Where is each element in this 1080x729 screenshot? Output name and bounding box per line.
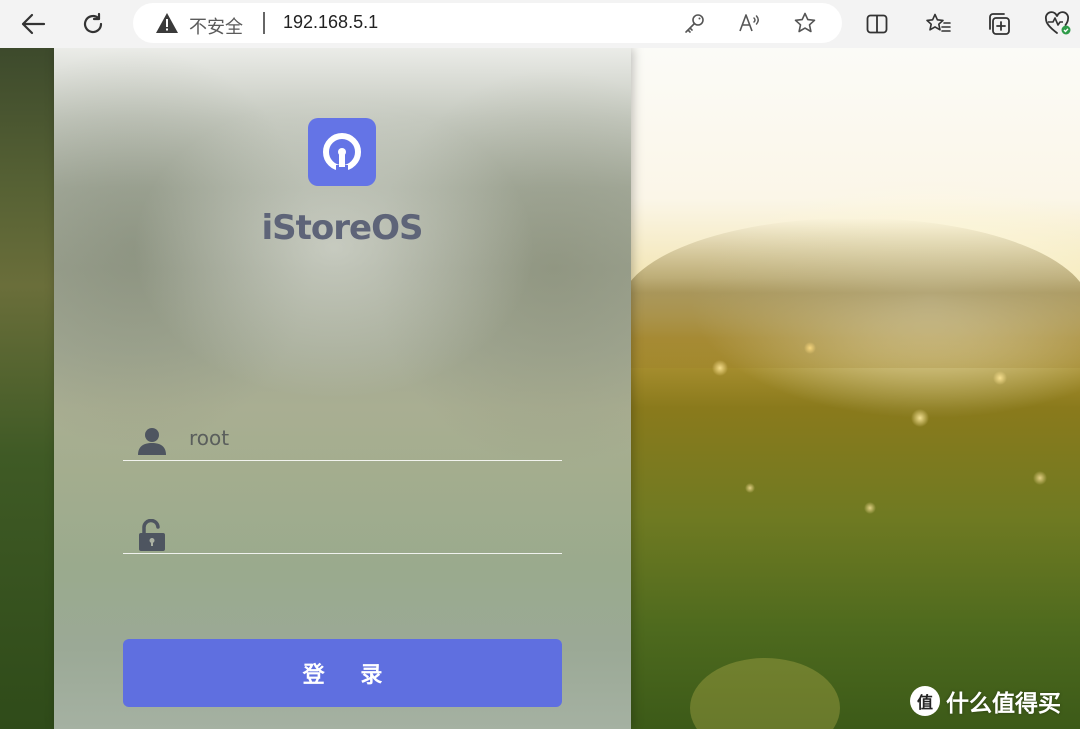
split-screen-icon[interactable] <box>857 4 897 44</box>
warning-triangle-icon[interactable] <box>155 12 179 38</box>
background-dew-bokeh <box>660 308 1080 568</box>
browser-toolbar: 不安全 192.168.5.1 <box>0 0 1080 48</box>
password-field[interactable] <box>123 513 562 554</box>
watermark-logo-icon: 值 <box>910 686 940 716</box>
key-icon[interactable] <box>683 11 707 35</box>
back-arrow-icon[interactable] <box>13 4 53 44</box>
url-text[interactable]: 192.168.5.1 <box>283 12 378 33</box>
star-icon[interactable] <box>793 11 817 35</box>
background-bokeh-light <box>690 658 840 729</box>
watermark: 值 什么值得买 <box>910 681 1061 721</box>
user-icon <box>137 426 167 460</box>
heart-pulse-icon[interactable] <box>1038 4 1078 44</box>
istoreos-logo-icon <box>308 118 376 186</box>
collections-icon[interactable] <box>979 4 1019 44</box>
login-button[interactable]: 登 录 <box>123 639 562 707</box>
page-viewport: iStoreOS root 登 录 <box>0 48 1080 729</box>
background-left-edge <box>0 48 60 729</box>
username-value[interactable]: root <box>189 426 229 450</box>
username-field[interactable]: root <box>123 420 562 461</box>
login-panel: iStoreOS root 登 录 <box>54 48 631 729</box>
brand-name: iStoreOS <box>261 208 424 248</box>
unlock-icon <box>137 518 167 557</box>
refresh-icon[interactable] <box>73 4 113 44</box>
read-aloud-icon[interactable] <box>738 11 762 35</box>
security-status-label[interactable]: 不安全 <box>189 13 243 39</box>
address-divider <box>263 12 265 34</box>
address-bar[interactable]: 不安全 192.168.5.1 <box>133 3 842 43</box>
watermark-text: 什么值得买 <box>946 691 1061 717</box>
favorites-icon[interactable] <box>918 4 958 44</box>
password-input[interactable] <box>189 517 553 549</box>
